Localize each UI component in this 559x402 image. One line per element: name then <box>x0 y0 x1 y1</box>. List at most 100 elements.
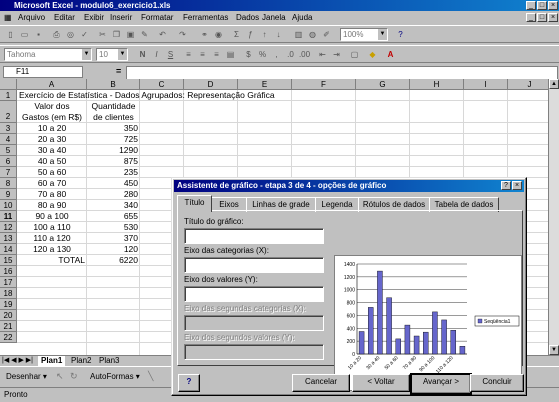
line-icon[interactable]: ╲ <box>148 371 153 382</box>
decrease-indent-icon[interactable]: ⇤ <box>316 49 329 61</box>
row-header[interactable]: 9 <box>0 189 17 200</box>
print-preview-icon[interactable]: ◎ <box>64 29 77 41</box>
scroll-down-icon[interactable]: ▼ <box>549 345 559 355</box>
menu-edit[interactable]: Editar <box>54 13 75 22</box>
range-cell[interactable]: 70 a 80 <box>19 189 85 200</box>
save-icon[interactable]: ▪ <box>32 29 45 41</box>
row-header[interactable]: 4 <box>0 134 17 145</box>
merge-center-icon[interactable]: ▤ <box>224 49 237 61</box>
row-header[interactable]: 2 <box>0 101 17 123</box>
row-header[interactable]: 21 <box>0 321 17 332</box>
select-arrow-icon[interactable]: ↖ <box>56 371 64 382</box>
print-icon[interactable]: ⎙ <box>50 29 63 41</box>
menu-data[interactable]: Dados <box>236 13 259 22</box>
align-left-icon[interactable]: ≡ <box>182 49 195 61</box>
name-box[interactable]: F11 <box>3 66 83 78</box>
italic-icon[interactable]: I <box>150 49 163 61</box>
row-header[interactable]: 14 <box>0 244 17 255</box>
map-icon[interactable]: ◍ <box>306 29 319 41</box>
drawing-icon[interactable]: ✐ <box>320 29 333 41</box>
row-header[interactable]: 22 <box>0 332 17 343</box>
increase-indent-icon[interactable]: ⇥ <box>330 49 343 61</box>
count-cell[interactable]: 875 <box>89 156 138 167</box>
menu-help[interactable]: Ajuda <box>292 13 312 22</box>
cut-icon[interactable]: ✂ <box>96 29 109 41</box>
range-cell[interactable]: 20 a 30 <box>19 134 85 145</box>
column-header[interactable]: E <box>238 79 292 90</box>
sheet-tab-plan3[interactable]: Plan3 <box>96 356 122 366</box>
comma-style-icon[interactable]: , <box>270 49 283 61</box>
back-button[interactable]: < Voltar <box>352 374 410 392</box>
count-cell[interactable]: 725 <box>89 134 138 145</box>
header-b-line1[interactable]: Quantidade <box>89 101 138 112</box>
column-header[interactable]: J <box>508 79 548 90</box>
count-cell[interactable]: 1290 <box>89 145 138 156</box>
sheet-tab-plan2[interactable]: Plan2 <box>68 356 94 366</box>
column-header[interactable]: C <box>140 79 184 90</box>
align-center-icon[interactable]: ≡ <box>196 49 209 61</box>
row-header[interactable]: 7 <box>0 167 17 178</box>
autoshapes-menu[interactable]: AutoFormas ▾ <box>90 372 140 381</box>
header-b-line2[interactable]: de clientes <box>89 112 138 123</box>
zoom-select[interactable]: 100% ▼ <box>340 28 388 41</box>
autosum-icon[interactable]: Σ <box>230 29 243 41</box>
count-cell[interactable]: 120 <box>89 244 138 255</box>
doc-restore-button[interactable]: □ <box>537 13 547 22</box>
next-button[interactable]: Avançar > <box>410 373 472 395</box>
column-header[interactable]: H <box>410 79 464 90</box>
cancel-button[interactable]: Cancelar <box>292 374 350 392</box>
chart-title-input[interactable] <box>184 228 324 244</box>
column-header[interactable]: B <box>87 79 140 90</box>
finish-button[interactable]: Concluir <box>470 374 524 392</box>
range-cell[interactable]: 100 a 110 <box>19 222 85 233</box>
column-header[interactable]: D <box>184 79 238 90</box>
range-cell[interactable]: 40 a 50 <box>19 156 85 167</box>
undo-icon[interactable]: ↶ <box>156 29 169 41</box>
range-cell[interactable]: 120 a 130 <box>19 244 85 255</box>
doc-minimize-button[interactable]: _ <box>526 13 536 22</box>
chart-wizard-icon[interactable]: ▥ <box>292 29 305 41</box>
range-cell[interactable]: 30 a 40 <box>19 145 85 156</box>
header-a-line2[interactable]: Gastos (em R$) <box>19 112 85 123</box>
menu-insert[interactable]: Inserir <box>110 13 132 22</box>
row-header[interactable]: 20 <box>0 310 17 321</box>
web-toolbar-icon[interactable]: ◉ <box>212 29 225 41</box>
office-assistant-icon[interactable]: ? <box>394 29 407 41</box>
underline-icon[interactable]: S <box>164 49 177 61</box>
close-button[interactable]: × <box>548 1 558 10</box>
open-icon[interactable]: ▭ <box>18 29 31 41</box>
spelling-icon[interactable]: ✓ <box>78 29 91 41</box>
range-cell[interactable]: 60 a 70 <box>19 178 85 189</box>
percent-icon[interactable]: % <box>256 49 269 61</box>
align-right-icon[interactable]: ≡ <box>210 49 223 61</box>
category-axis-input[interactable] <box>184 257 324 273</box>
row-header[interactable]: 13 <box>0 233 17 244</box>
row-header[interactable]: 16 <box>0 266 17 277</box>
maximize-button[interactable]: □ <box>537 1 547 10</box>
column-header[interactable]: A <box>17 79 87 90</box>
borders-icon[interactable]: ▢ <box>348 49 361 61</box>
range-cell[interactable]: 80 a 90 <box>19 200 85 211</box>
format-painter-icon[interactable]: ✎ <box>138 29 151 41</box>
row-header[interactable]: 3 <box>0 123 17 134</box>
count-cell[interactable]: 340 <box>89 200 138 211</box>
font-size-select[interactable]: 10 ▼ <box>96 48 128 61</box>
new-icon[interactable]: ▯ <box>4 29 17 41</box>
function-icon[interactable]: ƒ <box>244 29 257 41</box>
draw-menu[interactable]: Desenhar ▾ <box>6 372 47 381</box>
row-header[interactable]: 17 <box>0 277 17 288</box>
range-cell[interactable]: 50 a 60 <box>19 167 85 178</box>
sheet-title[interactable]: Exercício de Estatística - Dados Agrupad… <box>19 90 519 101</box>
total-value[interactable]: 6220 <box>89 255 138 266</box>
copy-icon[interactable]: ❐ <box>110 29 123 41</box>
row-header[interactable]: 6 <box>0 156 17 167</box>
bold-icon[interactable]: N <box>136 49 149 61</box>
row-header[interactable]: 11 <box>0 211 17 222</box>
font-select[interactable]: Tahoma ▼ <box>4 48 92 61</box>
doc-close-button[interactable]: × <box>548 13 558 22</box>
value-axis-input[interactable] <box>184 286 324 302</box>
menu-format[interactable]: Formatar <box>141 13 173 22</box>
currency-icon[interactable]: $ <box>242 49 255 61</box>
row-header[interactable]: 10 <box>0 200 17 211</box>
equals-sign[interactable]: = <box>116 66 121 76</box>
